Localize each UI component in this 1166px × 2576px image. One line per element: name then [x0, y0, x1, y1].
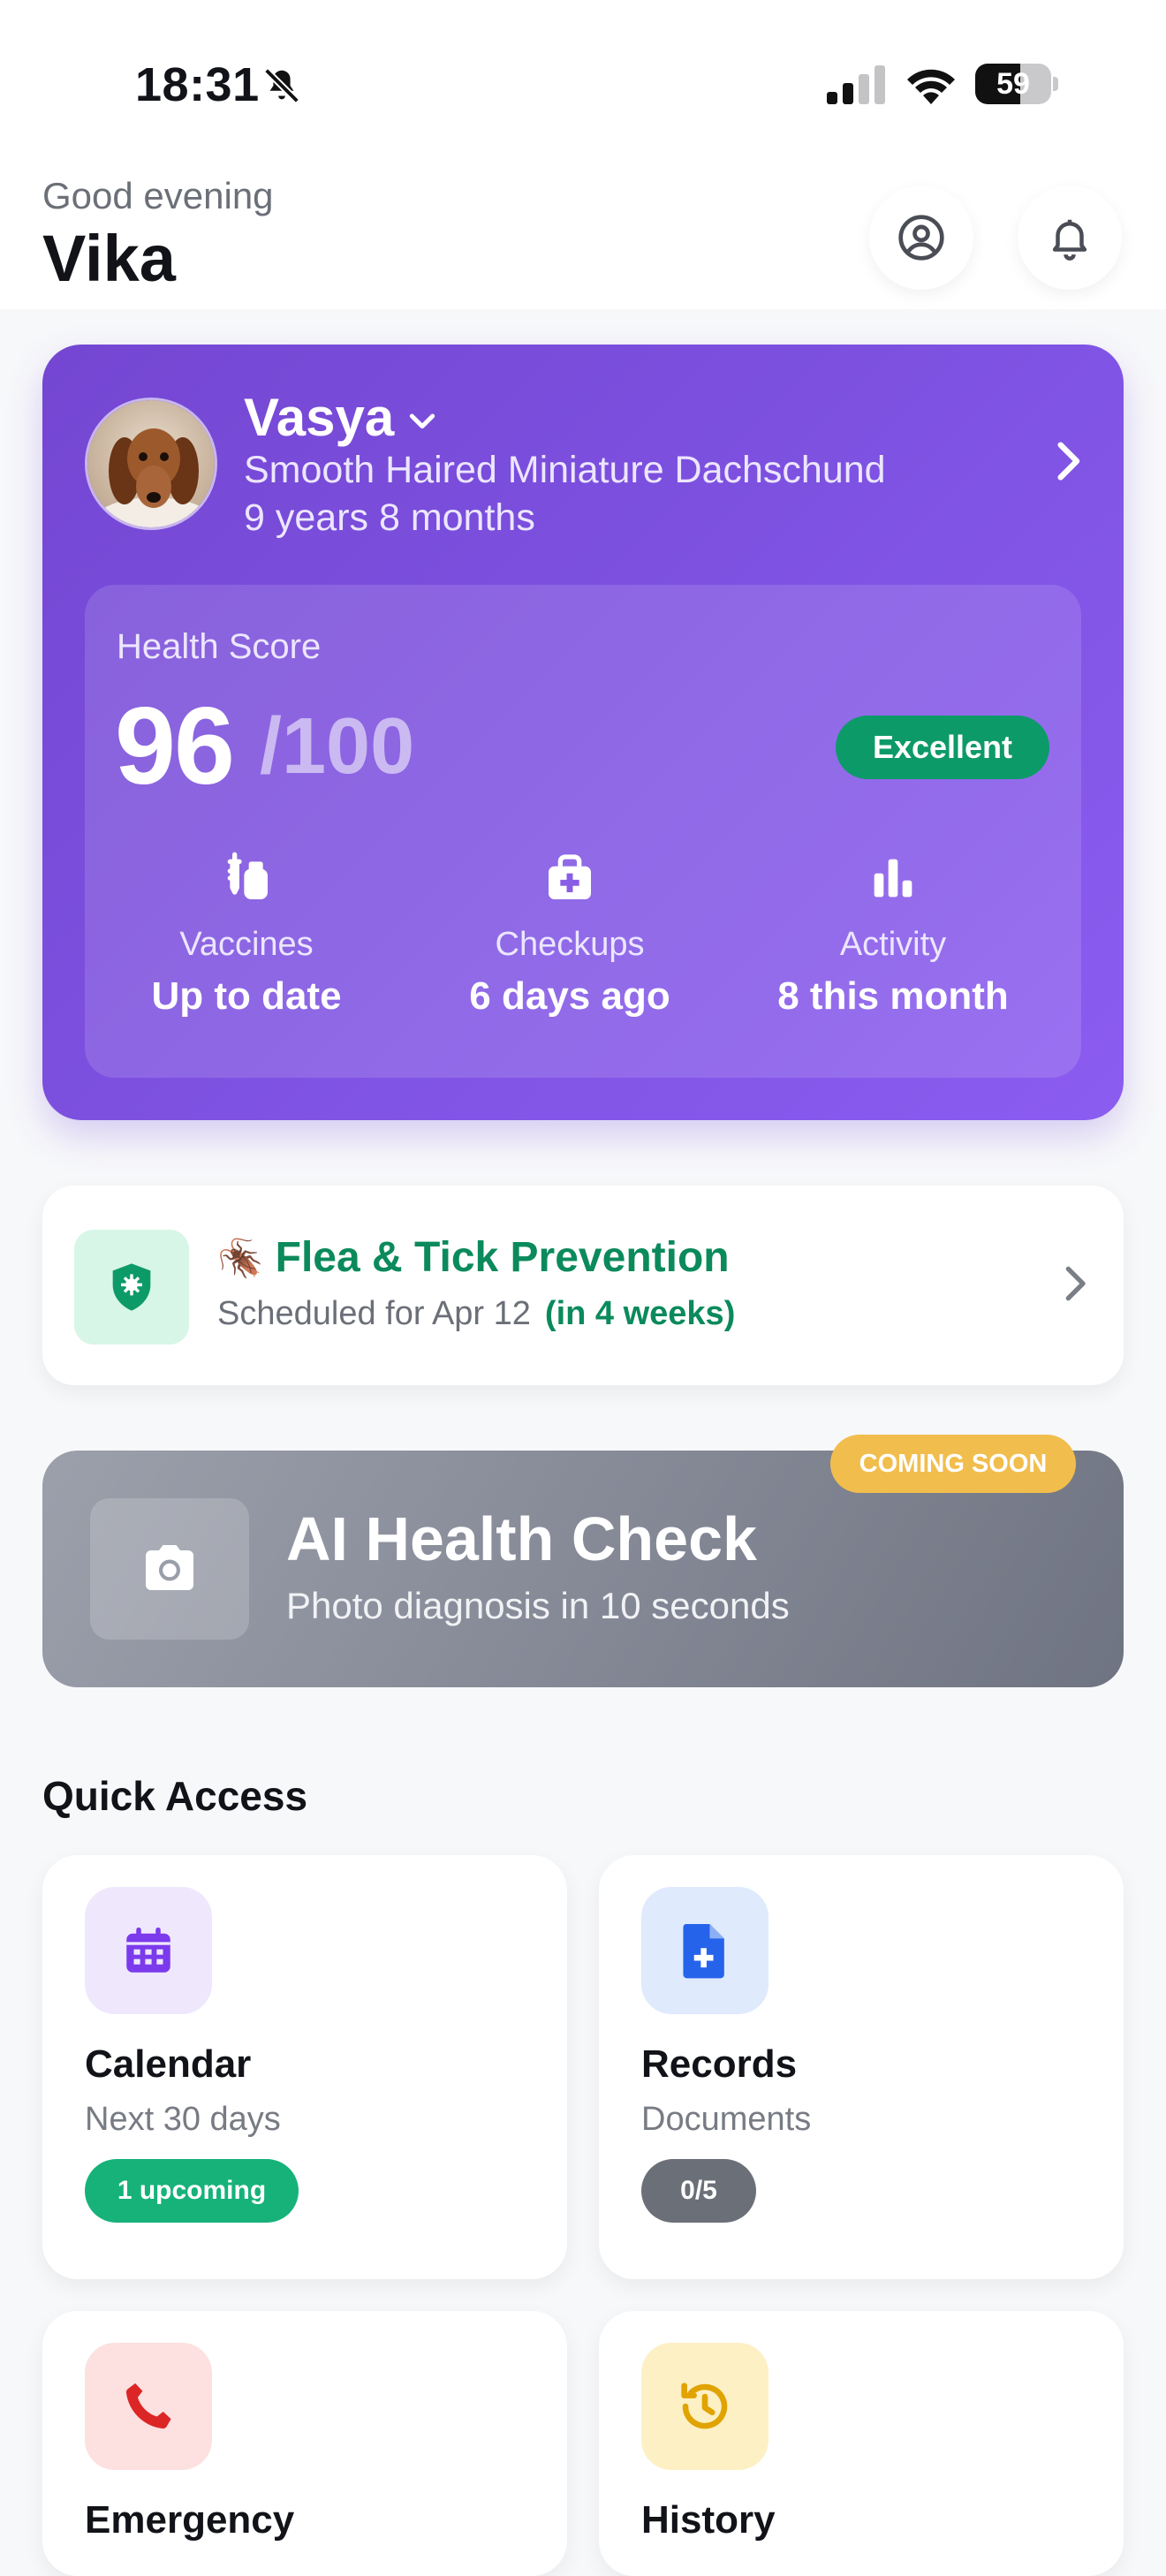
camera-icon-box	[90, 1498, 249, 1640]
tile-title: Records	[641, 2042, 798, 2086]
camera-icon	[146, 1545, 193, 1590]
reminder-icon-box	[74, 1230, 189, 1345]
calendar-icon	[126, 1927, 170, 1973]
upcoming-badge: 1 upcoming	[85, 2159, 299, 2223]
chevron-down-icon[interactable]	[405, 403, 440, 438]
health-score-label: Health Score	[117, 627, 322, 666]
tile-subtitle: Documents	[641, 2101, 812, 2138]
battery-percent: 59	[996, 67, 1030, 101]
pet-name[interactable]: Vasya	[244, 387, 394, 448]
wifi-icon	[907, 69, 955, 104]
status-time: 18:31	[135, 58, 260, 111]
bell-icon	[1052, 219, 1087, 261]
history-icon	[681, 2383, 728, 2429]
stat-vaccines: Vaccines Up to date	[101, 850, 392, 1019]
user-name: Vika	[42, 222, 176, 295]
tile-calendar[interactable]: Calendar Next 30 days 1 upcoming	[42, 1855, 567, 2279]
reminder-title-text: Flea & Tick Prevention	[275, 1234, 730, 1281]
tile-title: History	[641, 2498, 776, 2542]
document-plus-icon	[683, 1924, 724, 1979]
ai-check-subtitle: Photo diagnosis in 10 seconds	[286, 1585, 790, 1626]
pet-avatar	[85, 398, 217, 530]
pet-breed: Smooth Haired Miniature Dachschund	[244, 449, 886, 491]
greeting-text: Good evening	[42, 175, 274, 216]
stat-value: Up to date	[151, 974, 342, 1018]
stat-label: Checkups	[495, 926, 645, 963]
bell-muted-icon	[264, 68, 299, 103]
chevron-right-icon[interactable]	[1056, 1261, 1092, 1306]
stat-checkups: Checkups 6 days ago	[424, 850, 716, 1019]
app-header: Good evening Vika	[0, 159, 1166, 309]
stat-label: Vaccines	[179, 926, 314, 963]
pet-card[interactable]: Vasya Smooth Haired Miniature Dachschund…	[42, 345, 1124, 1120]
coming-soon-badge: COMING SOON	[830, 1435, 1076, 1493]
stat-activity: Activity 8 this month	[747, 850, 1039, 1019]
tile-title: Emergency	[85, 2498, 295, 2542]
flea-tick-reminder-card[interactable]: 🪳 Flea & Tick Prevention Scheduled for A…	[42, 1186, 1124, 1385]
stat-value: 6 days ago	[469, 974, 670, 1018]
tile-emergency[interactable]: Emergency	[42, 2311, 567, 2576]
tile-history[interactable]: History	[599, 2311, 1124, 2576]
reminder-title: 🪳 Flea & Tick Prevention	[217, 1233, 730, 1282]
bar-chart-icon	[874, 859, 912, 898]
reminder-date: Scheduled for Apr 12	[217, 1295, 531, 1332]
profile-icon	[898, 215, 944, 261]
tile-subtitle: Next 30 days	[85, 2101, 281, 2138]
records-icon-box	[641, 1887, 768, 2014]
history-icon-box	[641, 2343, 768, 2470]
shield-icon	[112, 1263, 151, 1311]
status-bar: 18:31 59	[0, 0, 1166, 159]
health-score-panel: Health Score 96 /100 Excellent Vaccines …	[85, 585, 1081, 1078]
emergency-icon-box	[85, 2343, 212, 2470]
phone-icon	[125, 2383, 171, 2429]
medical-kit-icon	[549, 854, 591, 899]
health-score-value: 96	[115, 686, 235, 807]
chevron-right-icon[interactable]	[1048, 438, 1086, 484]
records-count-badge: 0/5	[641, 2159, 756, 2223]
health-score-max: /100	[260, 702, 415, 791]
stat-label: Activity	[839, 926, 947, 963]
quick-access-title: Quick Access	[42, 1773, 308, 1819]
profile-button[interactable]	[869, 186, 973, 290]
cellular-signal-icon	[827, 65, 885, 104]
notifications-button[interactable]	[1018, 186, 1122, 290]
battery-indicator: 59	[975, 64, 1058, 104]
calendar-icon-box	[85, 1887, 212, 2014]
ai-check-title: AI Health Check	[286, 1504, 757, 1573]
vaccine-icon	[227, 852, 268, 899]
bug-icon: 🪳	[217, 1238, 264, 1279]
pet-age: 9 years 8 months	[244, 496, 535, 539]
reminder-subtitle: Scheduled for Apr 12 (in 4 weeks)	[217, 1295, 735, 1333]
tile-records[interactable]: Records Documents 0/5	[599, 1855, 1124, 2279]
tile-title: Calendar	[85, 2042, 252, 2086]
stat-value: 8 this month	[777, 974, 1009, 1018]
health-status-badge: Excellent	[836, 716, 1049, 779]
reminder-relative: (in 4 weeks)	[544, 1295, 736, 1332]
